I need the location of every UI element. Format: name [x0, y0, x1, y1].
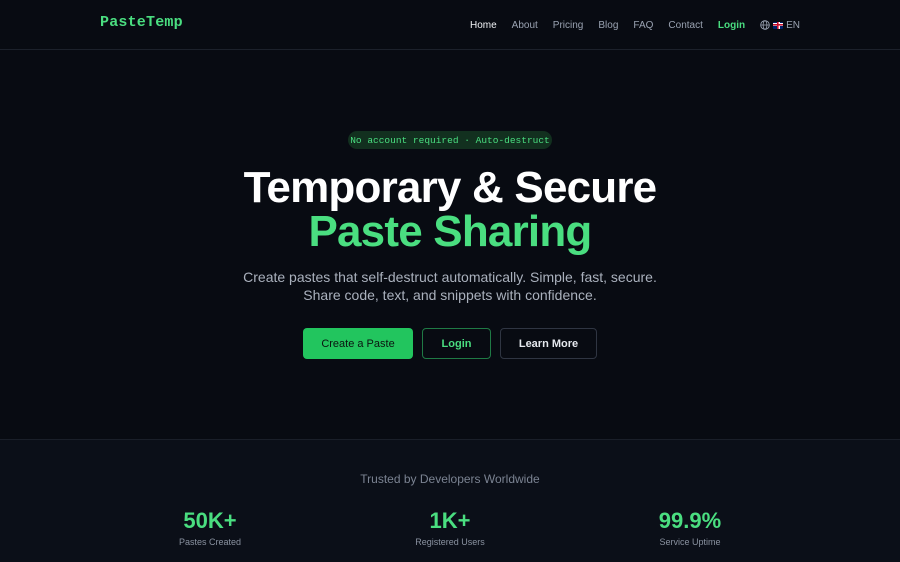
- hero-badge: No account required · Auto-destruct: [348, 131, 552, 149]
- nav-link-home[interactable]: Home: [470, 20, 497, 31]
- nav-links: Home About Pricing Blog FAQ Contact Logi…: [470, 0, 800, 50]
- stat-label: Service Uptime: [659, 537, 721, 547]
- nav-link-about[interactable]: About: [512, 20, 538, 31]
- globe-icon: [760, 20, 770, 30]
- nav-login-link[interactable]: Login: [718, 20, 745, 31]
- language-code: EN: [786, 19, 800, 31]
- hero-subtitle-line2: Share code, text, and snippets with conf…: [303, 287, 597, 303]
- stat-label: Registered Users: [415, 537, 485, 547]
- create-paste-button[interactable]: Create a Paste: [303, 328, 413, 359]
- brand-logo[interactable]: PasteTemp: [100, 14, 183, 31]
- nav-link-pricing[interactable]: Pricing: [553, 20, 584, 31]
- nav-link-contact[interactable]: Contact: [668, 20, 702, 31]
- stats-section: Trusted by Developers Worldwide 50K+ Pas…: [0, 439, 900, 562]
- top-nav: PasteTemp Home About Pricing Blog FAQ Co…: [0, 0, 900, 50]
- stat-value: 1K+: [429, 508, 471, 533]
- stat-pastes-created: 50K+ Pastes Created: [130, 508, 290, 547]
- stat-service-uptime: 99.9% Service Uptime: [610, 508, 770, 547]
- stat-label: Pastes Created: [178, 537, 242, 547]
- stat-value: 50K+: [183, 508, 237, 533]
- nav-link-faq[interactable]: FAQ: [633, 20, 653, 31]
- hero-section: No account required · Auto-destruct Temp…: [0, 51, 900, 439]
- nav-link-blog[interactable]: Blog: [598, 20, 618, 31]
- learn-more-button[interactable]: Learn More: [500, 328, 597, 359]
- hero-title-line1: Temporary & Secure: [243, 163, 658, 212]
- uk-flag-icon: [773, 21, 784, 29]
- language-switcher[interactable]: EN: [760, 20, 800, 31]
- stats-heading: Trusted by Developers Worldwide: [360, 472, 540, 486]
- hero-subtitle-line1: Create pastes that self-destruct automat…: [243, 269, 657, 285]
- stat-registered-users: 1K+ Registered Users: [370, 508, 530, 547]
- hero-login-button[interactable]: Login: [422, 328, 491, 359]
- stat-value: 99.9%: [658, 508, 722, 533]
- hero-title-line2: Paste Sharing: [308, 207, 592, 256]
